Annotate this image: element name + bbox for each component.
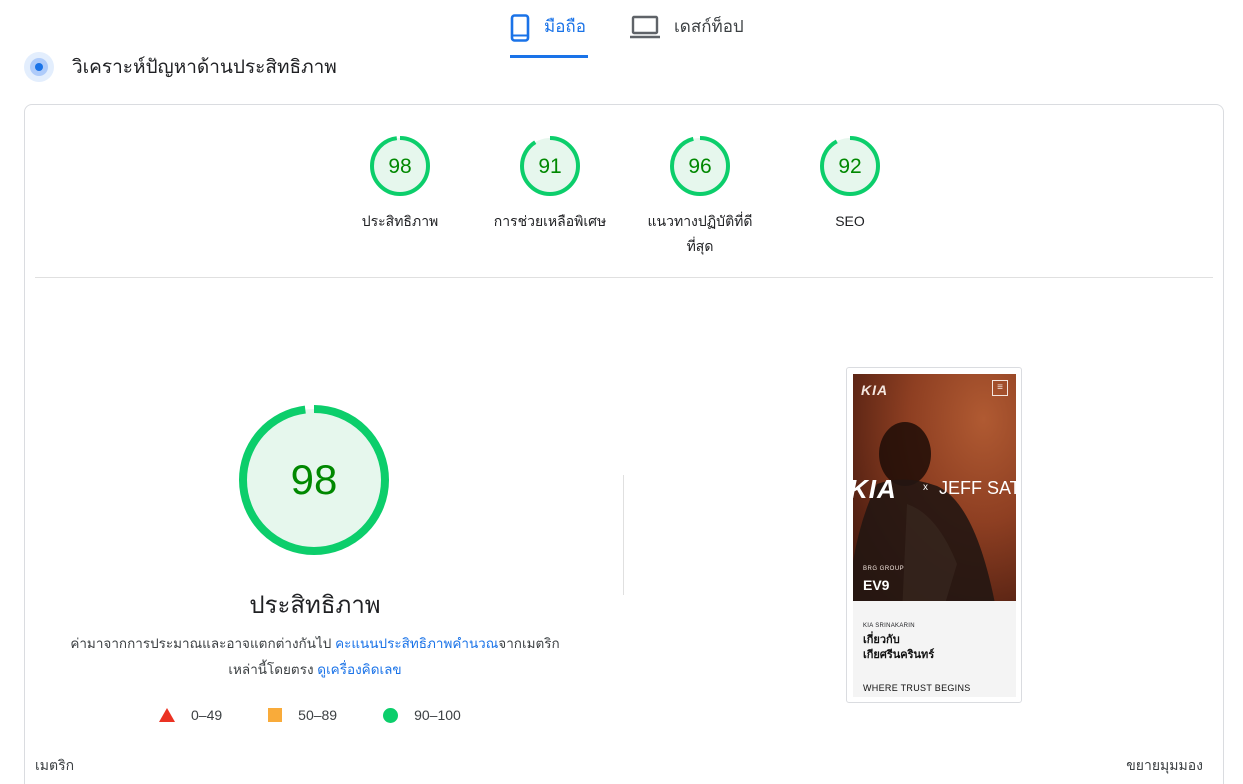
laptop-icon — [630, 15, 660, 39]
report-card: 98 ประสิทธิภาพ 91 การช่วยเหลือพิเศษ 96 แ… — [24, 104, 1224, 784]
best-practices-score: 96 — [688, 155, 711, 178]
vertical-separator — [623, 475, 624, 595]
smartphone-icon — [510, 14, 530, 42]
legend-average: 50–89 — [268, 707, 337, 723]
best-practices-label: แนวทางปฏิบัติที่ดีที่สุด — [647, 213, 753, 254]
pass-circle-icon — [383, 707, 399, 723]
person-silhouette-image — [853, 422, 995, 601]
performance-main-label: ประสิทธิภาพ — [249, 592, 381, 619]
seo-score: 92 — [838, 155, 861, 178]
score-gauge-best-practices[interactable]: 96 แนวทางปฏิบัติที่ดีที่สุด — [635, 135, 765, 259]
average-square-icon — [268, 708, 283, 722]
performance-label: ประสิทธิภาพ — [361, 213, 439, 229]
score-legend: 0–49 50–89 90–100 — [159, 707, 461, 723]
section-heading: วิเคราะห์ปัญหาด้านประสิทธิภาพ — [24, 52, 337, 82]
calculator-link[interactable]: ดูเครื่องคิดเลข — [317, 662, 401, 677]
group-name: BRG GROUP — [863, 566, 905, 572]
device-tabs: มือถือ เดสก์ท็อป — [0, 0, 1243, 60]
diagnose-icon — [24, 52, 54, 82]
tab-mobile[interactable]: มือถือ — [510, 10, 588, 58]
summary-divider — [35, 277, 1213, 278]
legend-pass: 90–100 — [383, 707, 461, 723]
performance-score: 98 — [388, 155, 411, 178]
score-gauge-accessibility[interactable]: 91 การช่วยเหลือพิเศษ — [485, 135, 615, 234]
accessibility-gauge-ring: 91 — [520, 136, 580, 196]
legend-average-range: 50–89 — [298, 707, 338, 723]
accessibility-label: การช่วยเหลือพิเศษ — [493, 213, 607, 229]
info-title: เกี่ยวกับ เกียศรีนครินทร์ — [863, 633, 1006, 663]
final-screenshot[interactable]: KIA ≡ KIA x JEFF SATU BRG GROUP EV9 KIA … — [846, 367, 1022, 703]
legend-fail: 0–49 — [159, 707, 222, 723]
accessibility-score: 91 — [538, 155, 561, 178]
screenshot-info: KIA SRINAKARIN เกี่ยวกับ เกียศรีนครินทร์… — [853, 601, 1016, 697]
kia-big-logo: KIA — [853, 474, 897, 504]
best-practices-gauge-ring: 96 — [670, 136, 730, 196]
seo-gauge-ring: 92 — [820, 136, 880, 196]
legend-fail-range: 0–49 — [191, 707, 223, 723]
info-dealer: KIA SRINAKARIN — [863, 623, 915, 629]
hamburger-menu-icon: ≡ — [992, 380, 1008, 396]
info-title-line2: เกียศรีนครินทร์ — [863, 649, 935, 661]
tab-desktop-label: เดสก์ท็อป — [674, 17, 744, 36]
performance-gauge-ring: 98 — [370, 136, 430, 196]
legend-pass-range: 90–100 — [414, 707, 461, 723]
section-title: วิเคราะห์ปัญหาด้านประสิทธิภาพ — [72, 57, 337, 78]
score-description: ค่ามาจากการประมาณและอาจแตกต่างกันไป คะแน… — [65, 631, 565, 683]
collab-name: JEFF SATU — [939, 478, 1016, 498]
score-gauge-seo[interactable]: 92 SEO — [785, 135, 915, 234]
screenshot-hero: KIA ≡ KIA x JEFF SATU BRG GROUP EV9 — [853, 374, 1016, 601]
tab-desktop[interactable]: เดสก์ท็อป — [630, 10, 750, 58]
info-tagline: WHERE TRUST BEGINS — [863, 683, 971, 693]
metrics-heading: เมตริก — [35, 757, 75, 773]
desc-text-1: ค่ามาจากการประมาณและอาจแตกต่างกันไป — [70, 636, 336, 651]
performance-main-score: 98 — [291, 456, 338, 503]
tab-mobile-label: มือถือ — [544, 17, 586, 36]
score-gauge-performance[interactable]: 98 ประสิทธิภาพ — [335, 135, 465, 234]
info-title-line1: เกี่ยวกับ — [863, 634, 900, 646]
fail-triangle-icon — [159, 708, 175, 722]
performance-main-gauge: 98 — [239, 405, 389, 555]
collab-cross: x — [923, 482, 928, 493]
score-summary: 98 ประสิทธิภาพ 91 การช่วยเหลือพิเศษ 96 แ… — [25, 135, 1223, 265]
score-calculation-link[interactable]: คะแนนประสิทธิภาพคำนวณ — [335, 636, 498, 651]
seo-label: SEO — [835, 213, 865, 229]
kia-logo: KIA — [861, 382, 889, 398]
expand-view-toggle[interactable]: ขยายมุมมอง — [1126, 755, 1203, 777]
model-name: EV9 — [863, 577, 890, 593]
